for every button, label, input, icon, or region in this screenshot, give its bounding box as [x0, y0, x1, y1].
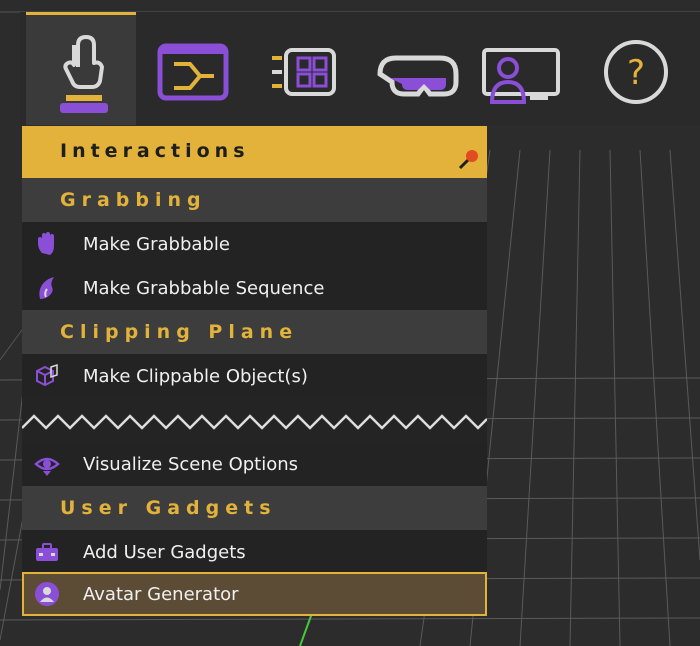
item-label: Make Clippable Object(s) — [83, 366, 308, 387]
visualize-scene-options-item[interactable]: Visualize Scene Options — [22, 442, 487, 486]
item-label: Visualize Scene Options — [83, 454, 299, 475]
menu-header[interactable]: Interactions — [22, 126, 487, 178]
item-label: Make Grabbable — [83, 234, 230, 255]
menu-divider-zigzag — [22, 398, 487, 442]
menu-header-label: Interactions — [60, 140, 250, 162]
make-grabbable-sequence-item[interactable]: Make Grabbable Sequence — [22, 266, 487, 310]
scene-eye-icon — [34, 457, 60, 476]
hand-icon — [38, 232, 54, 255]
avatar-screen-icon[interactable] — [478, 12, 588, 125]
svg-text:?: ? — [627, 53, 645, 93]
section-label: Grabbing — [60, 189, 207, 211]
grid-panel-icon[interactable] — [258, 12, 368, 125]
toolbox-icon — [36, 543, 58, 561]
vr-headset-icon[interactable] — [368, 12, 478, 125]
section-clipping-plane: Clipping Plane — [22, 310, 487, 354]
sequence-icon[interactable] — [148, 12, 258, 125]
item-label: Add User Gadgets — [83, 542, 246, 563]
help-icon[interactable]: ? — [588, 12, 698, 125]
section-label: Clipping Plane — [60, 321, 299, 343]
section-grabbing: Grabbing — [22, 178, 487, 222]
section-user-gadgets: User Gadgets — [22, 486, 487, 530]
item-label: Make Grabbable Sequence — [83, 278, 325, 299]
clipping-cube-icon — [36, 363, 58, 387]
add-user-gadgets-item[interactable]: Add User Gadgets — [22, 530, 487, 574]
make-clippable-item[interactable]: Make Clippable Object(s) — [22, 354, 487, 398]
hand-sequence-icon — [39, 277, 54, 299]
touch-hand-icon[interactable] — [26, 12, 136, 125]
avatar-generator-item[interactable]: Avatar Generator — [22, 572, 487, 616]
make-grabbable-item[interactable]: Make Grabbable — [22, 222, 487, 266]
avatar-icon — [35, 582, 59, 606]
interactions-menu: Interactions Grabbing Make Grabbable Mak… — [22, 126, 487, 616]
toolbar: ? — [20, 12, 700, 125]
item-label: Avatar Generator — [83, 584, 239, 605]
pin-icon[interactable] — [458, 148, 480, 170]
section-label: User Gadgets — [60, 497, 277, 519]
